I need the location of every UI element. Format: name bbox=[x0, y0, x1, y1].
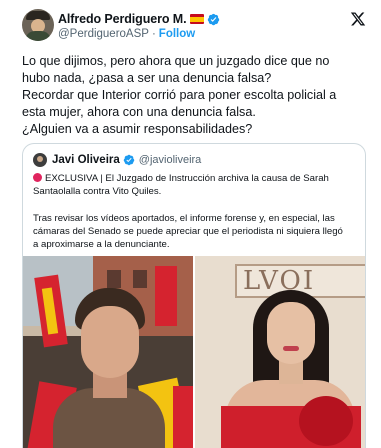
quote-line: Santaolalla contra Vito Quiles. bbox=[33, 186, 162, 197]
quoted-tweet-media[interactable]: LVOI bbox=[23, 256, 365, 448]
x-logo-icon[interactable] bbox=[350, 11, 366, 27]
spain-flag-icon bbox=[190, 14, 205, 24]
quoted-tweet-text: EXCLUSIVA | El Juzgado de Instrucción ar… bbox=[33, 172, 363, 251]
red-circle-icon bbox=[33, 173, 42, 182]
quote-line: EXCLUSIVA | El Juzgado de Instrucción ar… bbox=[45, 173, 329, 184]
quote-line: cámaras del Senado se puede apreciar que… bbox=[33, 226, 343, 237]
author-display-name[interactable]: Alfredo Perdiguero M. bbox=[58, 12, 187, 26]
photo-man-with-flags[interactable] bbox=[23, 256, 193, 448]
author-avatar[interactable] bbox=[22, 9, 54, 41]
tweet-line: hubo nada, ¿pasa a ser una denuncia fals… bbox=[22, 71, 272, 85]
separator-dot: · bbox=[151, 28, 156, 40]
quote-line: Tras revisar los vídeos aportados, el in… bbox=[33, 213, 335, 224]
verified-badge-icon bbox=[208, 13, 220, 25]
tweet-line: Recordar que Interior corrió para poner … bbox=[22, 88, 337, 102]
quoted-author-avatar[interactable] bbox=[33, 153, 47, 167]
follow-button[interactable]: Follow bbox=[159, 28, 195, 40]
author-handle[interactable]: @PerdigueroASP bbox=[58, 28, 149, 40]
quoted-tweet-header: Javi Oliveira @javioliveira bbox=[33, 152, 201, 168]
quoted-tweet-card[interactable]: Javi Oliveira @javioliveira EXCLUSIVA | … bbox=[22, 143, 366, 448]
quote-line: a aproximarse a la denunciante. bbox=[33, 239, 170, 250]
tweet-line: esta mujer, ahora con una denuncia falsa… bbox=[22, 105, 256, 119]
photo-woman-red-dress[interactable]: LVOI bbox=[195, 256, 365, 448]
author-names: Alfredo Perdiguero M. @PerdigueroASP · F… bbox=[58, 11, 318, 40]
tweet-line: Lo que dijimos, pero ahora que un juzgad… bbox=[22, 54, 330, 68]
tweet-text: Lo que dijimos, pero ahora que un juzgad… bbox=[22, 53, 372, 138]
verified-badge-icon bbox=[123, 154, 135, 166]
quoted-author-name[interactable]: Javi Oliveira bbox=[52, 154, 120, 166]
tweet-line: ¿Alguien va a asumir responsabilidades? bbox=[22, 122, 253, 136]
tweet-header: Alfredo Perdiguero M. @PerdigueroASP · F… bbox=[22, 7, 372, 47]
quoted-author-handle[interactable]: @javioliveira bbox=[139, 154, 202, 166]
